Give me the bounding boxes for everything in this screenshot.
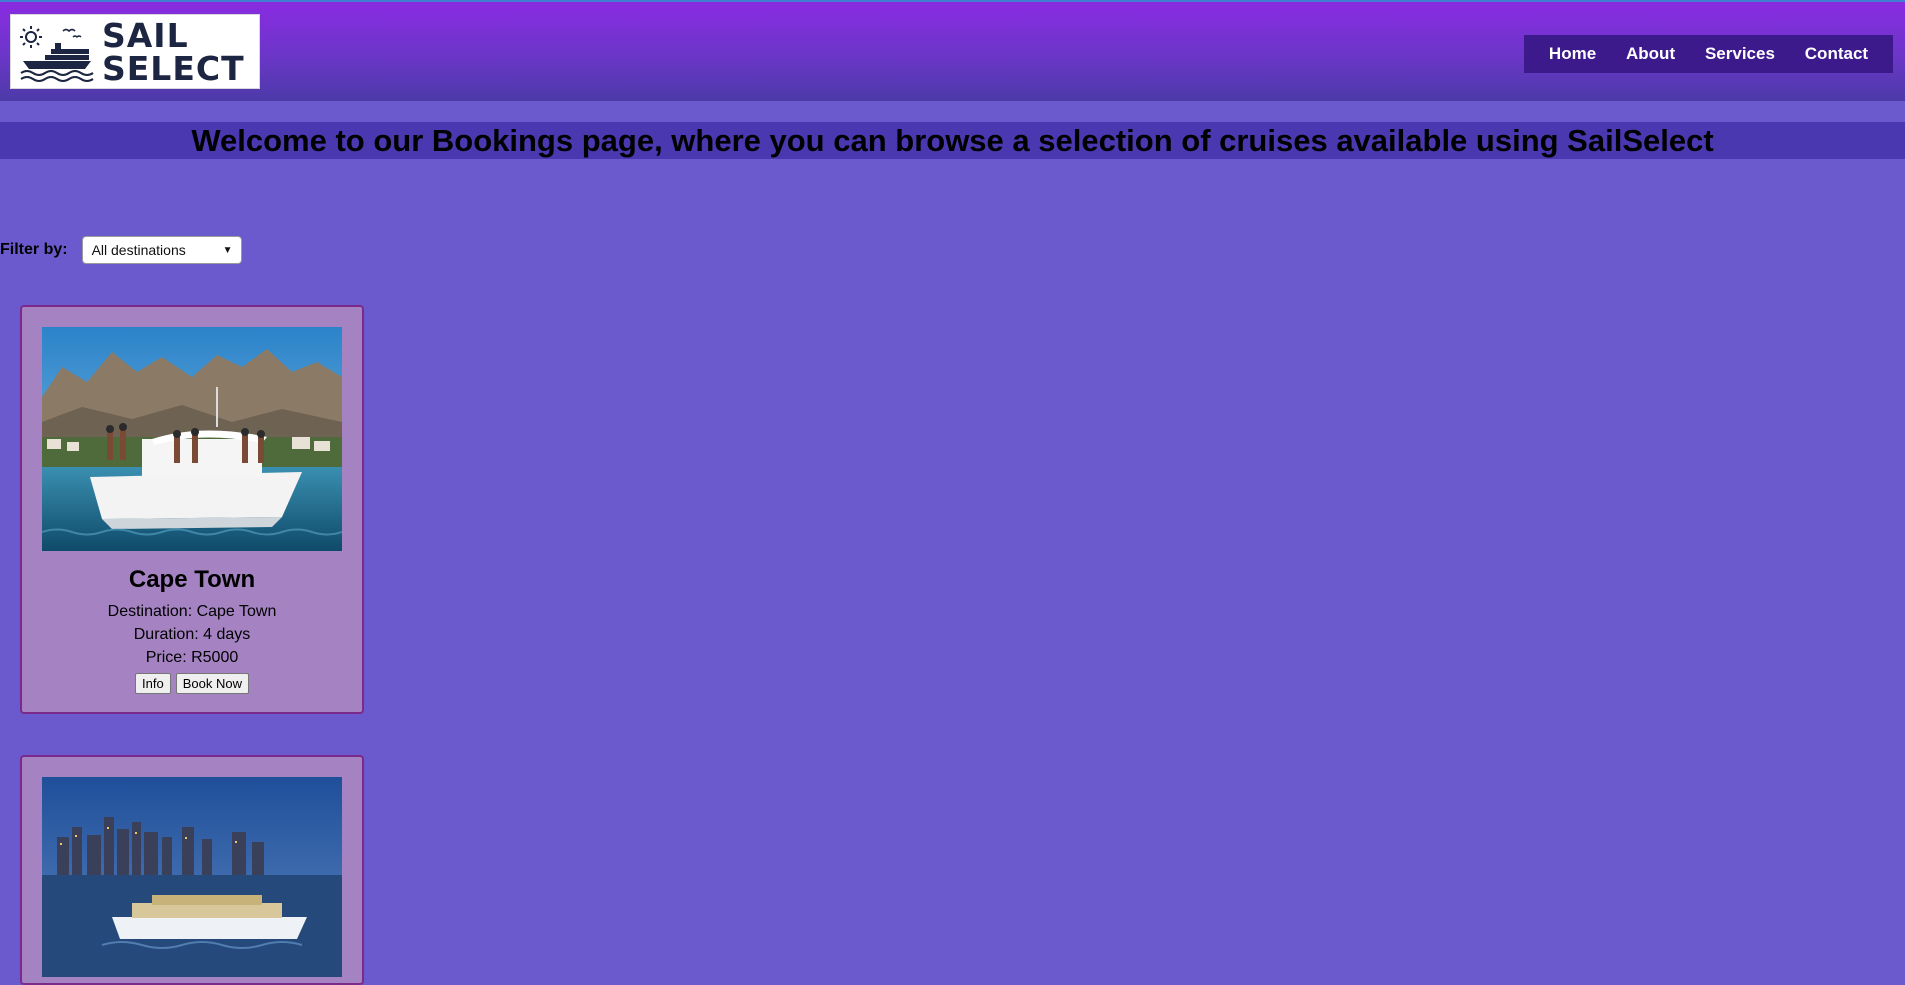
cruise-photo-city-ship [42, 777, 342, 977]
nav-about-link[interactable]: About [1626, 44, 1675, 64]
nav-home-link[interactable]: Home [1549, 44, 1596, 64]
chevron-down-icon: ▼ [222, 244, 233, 256]
logo-wordmark: SAIL SELECT [102, 19, 245, 85]
cruise-title: Cape Town [128, 566, 256, 593]
logo-text-line2: SELECT [102, 49, 245, 88]
destination-filter-select[interactable]: All destinations ▼ [81, 236, 242, 264]
info-button[interactable]: Info [135, 673, 171, 694]
book-now-button[interactable]: Book Now [175, 673, 249, 694]
catamaran-image [42, 327, 342, 551]
page-title: Welcome to our Bookings page, where you … [0, 122, 1905, 159]
cruise-card: Cape Town Destination: Cape Town Duratio… [20, 305, 364, 714]
cruise-ship-city-image [42, 777, 342, 977]
cruise-ship-logo-icon [20, 26, 94, 82]
sailselect-logo[interactable]: SAIL SELECT [10, 14, 260, 89]
nav-contact-link[interactable]: Contact [1805, 44, 1868, 64]
nav-services-link[interactable]: Services [1705, 44, 1775, 64]
destination-filter-value: All destinations [91, 242, 186, 258]
cruise-destination: Destination: Cape Town [107, 603, 277, 620]
main-nav: Home About Services Contact [1524, 35, 1893, 73]
cruise-card [20, 755, 364, 985]
cruise-duration: Duration: 4 days [133, 626, 251, 643]
site-header: SAIL SELECT Home About Services Contact [0, 0, 1905, 101]
cruise-price: Price: R5000 [145, 649, 239, 666]
cruise-actions: Info Book Now [22, 673, 362, 694]
logo-text-line1: SAIL [102, 16, 189, 55]
filter-label: Filter by: [0, 241, 68, 258]
filter-bar: Filter by: All destinations ▼ [0, 236, 242, 264]
cruise-photo-catamaran [42, 327, 342, 551]
